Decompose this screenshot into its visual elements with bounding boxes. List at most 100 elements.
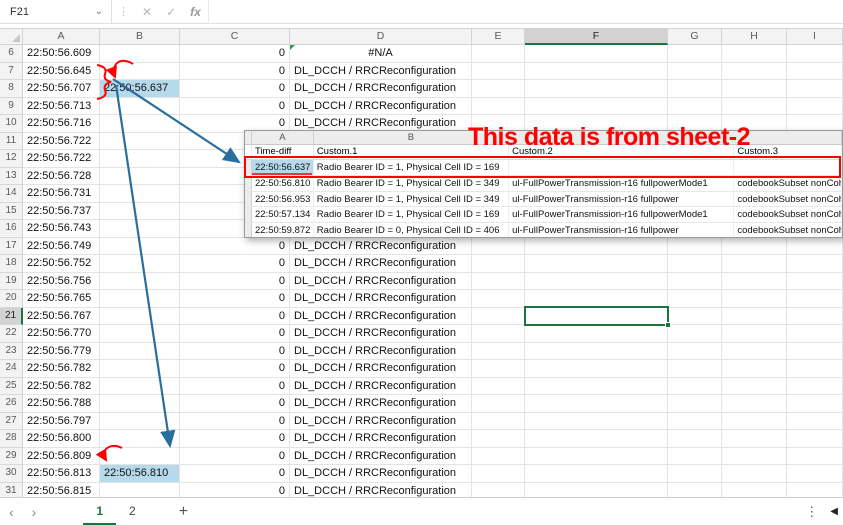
cell-I17[interactable] [787, 237, 843, 255]
cell-F6[interactable] [525, 45, 668, 63]
cell-F22[interactable] [525, 325, 668, 343]
cell-F31[interactable] [525, 482, 668, 497]
cell-E20[interactable] [472, 290, 525, 308]
column-header-E[interactable]: E [472, 28, 525, 45]
cell-H27[interactable] [722, 412, 787, 430]
row-header-30[interactable]: 30 [0, 465, 23, 483]
cell-C27[interactable]: 0 [180, 412, 290, 430]
cell-G8[interactable] [668, 80, 722, 98]
cell-I6[interactable] [787, 45, 843, 63]
cell-C6[interactable]: 0 [180, 45, 290, 63]
cell-I24[interactable] [787, 360, 843, 378]
cell-C24[interactable]: 0 [180, 360, 290, 378]
cell-B26[interactable] [100, 395, 180, 413]
cell-E21[interactable] [472, 307, 525, 325]
cell-D22[interactable]: DL_DCCH / RRCReconfiguration [290, 325, 472, 343]
cell-G6[interactable] [668, 45, 722, 63]
cell-F29[interactable] [525, 447, 668, 465]
cell-E18[interactable] [472, 255, 525, 273]
cell-E31[interactable] [472, 482, 525, 497]
cell-G31[interactable] [668, 482, 722, 497]
cell-D23[interactable]: DL_DCCH / RRCReconfiguration [290, 342, 472, 360]
cell-I7[interactable] [787, 62, 843, 80]
row-header-23[interactable]: 23 [0, 342, 23, 360]
cell-F28[interactable] [525, 430, 668, 448]
select-all-corner[interactable] [0, 28, 23, 45]
cell-I30[interactable] [787, 465, 843, 483]
cell-D8[interactable]: DL_DCCH / RRCReconfiguration [290, 80, 472, 98]
cell-C9[interactable]: 0 [180, 97, 290, 115]
cell-G17[interactable] [668, 237, 722, 255]
cell-E28[interactable] [472, 430, 525, 448]
cell-H31[interactable] [722, 482, 787, 497]
cell-E17[interactable] [472, 237, 525, 255]
cell-B16[interactable] [100, 220, 180, 238]
column-header-I[interactable]: I [787, 28, 843, 45]
cell-D31[interactable]: DL_DCCH / RRCReconfiguration [290, 482, 472, 497]
cell-I20[interactable] [787, 290, 843, 308]
cell-H17[interactable] [722, 237, 787, 255]
cell-E26[interactable] [472, 395, 525, 413]
chevron-down-icon[interactable]: ⌄ [95, 6, 103, 17]
cell-B11[interactable] [100, 132, 180, 150]
cell-A29[interactable]: 22:50:56.809 [23, 447, 100, 465]
row-header-22[interactable]: 22 [0, 325, 23, 343]
cell-D9[interactable]: DL_DCCH / RRCReconfiguration [290, 97, 472, 115]
name-box-resize-handle[interactable]: ⋮ [112, 5, 135, 18]
cell-G30[interactable] [668, 465, 722, 483]
cell-A20[interactable]: 22:50:56.765 [23, 290, 100, 308]
enter-icon[interactable]: ✓ [159, 5, 183, 19]
cell-C22[interactable]: 0 [180, 325, 290, 343]
row-header-20[interactable]: 20 [0, 290, 23, 308]
more-options-icon[interactable]: ⋮ [793, 504, 830, 520]
cell-I8[interactable] [787, 80, 843, 98]
cell-B8[interactable]: 22:50:56.637 [100, 80, 180, 98]
row-header-16[interactable]: 16 [0, 220, 23, 238]
cell-B30[interactable]: 22:50:56.810 [100, 465, 180, 483]
row-header-17[interactable]: 17 [0, 237, 23, 255]
cell-A17[interactable]: 22:50:56.749 [23, 237, 100, 255]
column-header-F[interactable]: F [525, 28, 668, 45]
cell-I31[interactable] [787, 482, 843, 497]
cell-A25[interactable]: 22:50:56.782 [23, 377, 100, 395]
cell-B21[interactable] [100, 307, 180, 325]
cell-I27[interactable] [787, 412, 843, 430]
row-header-26[interactable]: 26 [0, 395, 23, 413]
column-header-H[interactable]: H [722, 28, 787, 45]
cell-F30[interactable] [525, 465, 668, 483]
row-header-12[interactable]: 12 [0, 150, 23, 168]
cell-B27[interactable] [100, 412, 180, 430]
cell-C25[interactable]: 0 [180, 377, 290, 395]
cell-I26[interactable] [787, 395, 843, 413]
cell-A9[interactable]: 22:50:56.713 [23, 97, 100, 115]
cell-C26[interactable]: 0 [180, 395, 290, 413]
cell-D25[interactable]: DL_DCCH / RRCReconfiguration [290, 377, 472, 395]
cell-C7[interactable]: 0 [180, 62, 290, 80]
cell-H29[interactable] [722, 447, 787, 465]
cell-H21[interactable] [722, 307, 787, 325]
cell-B24[interactable] [100, 360, 180, 378]
row-header-8[interactable]: 8 [0, 80, 23, 98]
cell-A22[interactable]: 22:50:56.770 [23, 325, 100, 343]
cell-F19[interactable] [525, 272, 668, 290]
name-box[interactable]: F21 ⌄ [0, 0, 112, 24]
cell-E7[interactable] [472, 62, 525, 80]
tab-nav-prev-icon[interactable]: ‹ [0, 504, 23, 520]
cell-I22[interactable] [787, 325, 843, 343]
cell-F21[interactable] [525, 307, 668, 325]
row-header-19[interactable]: 19 [0, 272, 23, 290]
cell-F20[interactable] [525, 290, 668, 308]
cell-H24[interactable] [722, 360, 787, 378]
cell-H9[interactable] [722, 97, 787, 115]
column-header-A[interactable]: A [23, 28, 100, 45]
cell-H8[interactable] [722, 80, 787, 98]
cell-B17[interactable] [100, 237, 180, 255]
cell-I29[interactable] [787, 447, 843, 465]
column-header-B[interactable]: B [100, 28, 180, 45]
tab-nav-next-icon[interactable]: › [23, 504, 46, 520]
cell-F8[interactable] [525, 80, 668, 98]
cell-D28[interactable]: DL_DCCH / RRCReconfiguration [290, 430, 472, 448]
cell-F27[interactable] [525, 412, 668, 430]
cell-I23[interactable] [787, 342, 843, 360]
cell-E19[interactable] [472, 272, 525, 290]
